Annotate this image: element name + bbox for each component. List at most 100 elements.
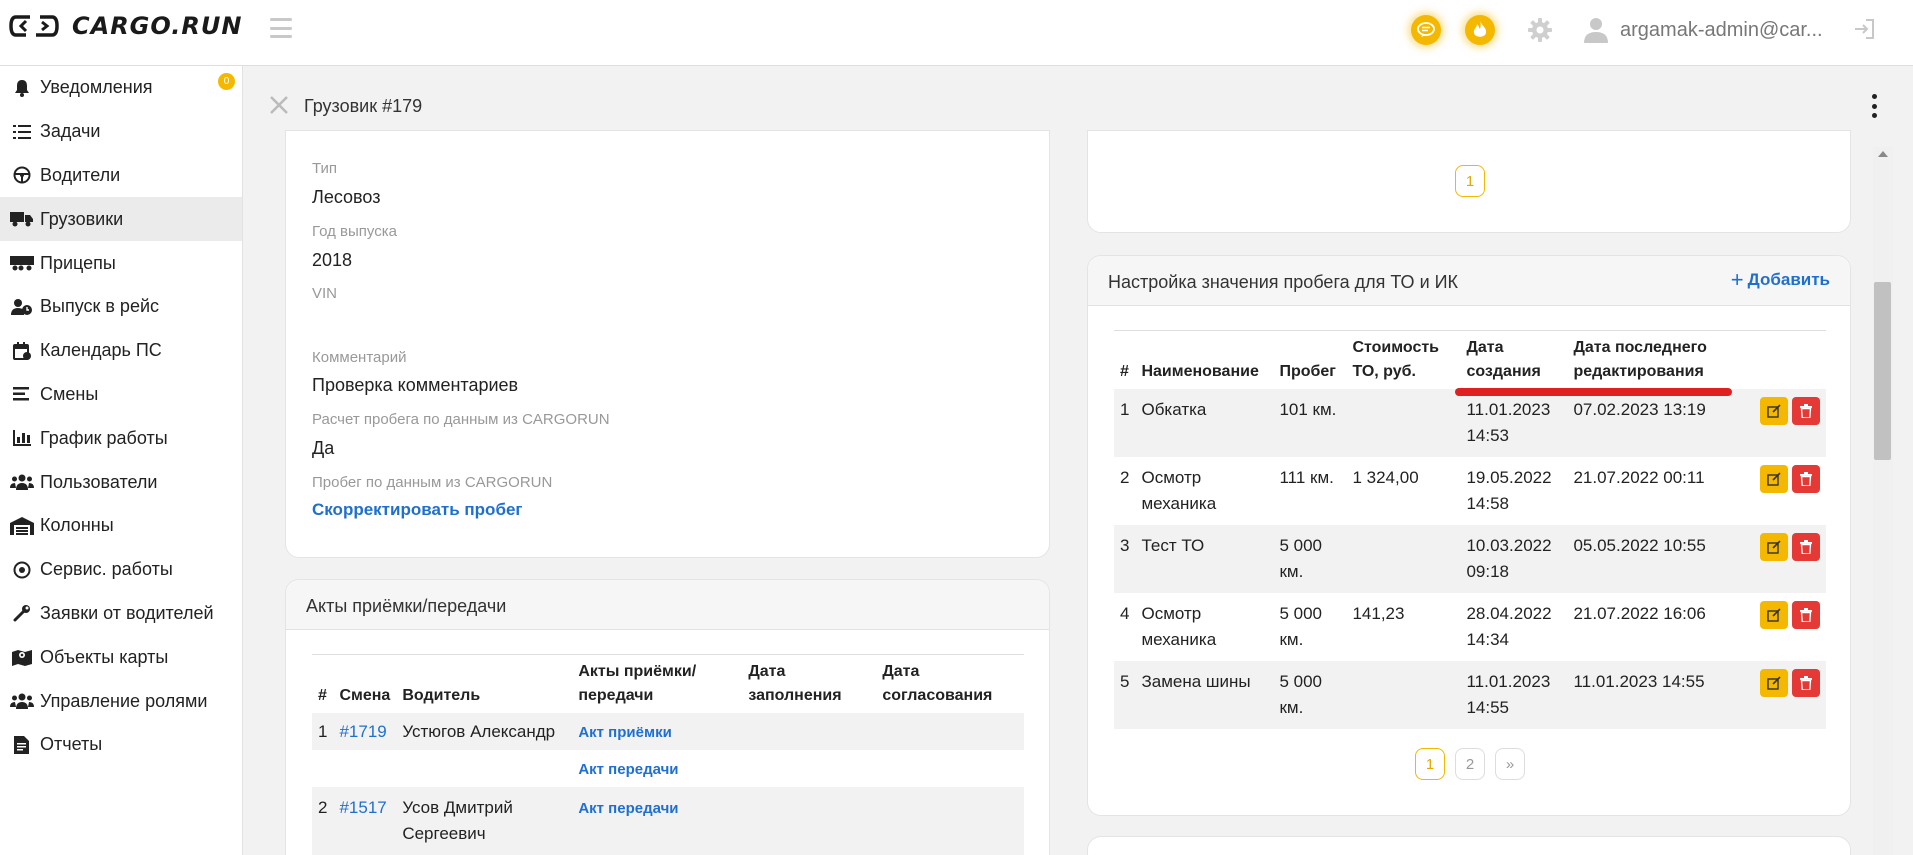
sidebar-item-users[interactable]: Пользователи [0,460,242,504]
sidebar-item-label: Прицепы [40,252,116,273]
next-page-button[interactable]: » [1495,748,1525,780]
sidebar-item-schedule[interactable]: График работы [0,416,242,460]
row-number: 4 [1120,604,1130,623]
row-number: 1 [1114,389,1136,457]
mileage-value: 5 000 км. [1279,604,1323,649]
edit-button[interactable] [1760,669,1788,697]
sidebar-item-trailers[interactable]: Прицепы [0,241,242,285]
row-number: 3 [1114,525,1136,593]
column-header: # [318,687,327,704]
warehouse-icon [10,516,34,536]
top-bar: CARGO.RUN argamak-admin@car... [0,0,1913,66]
mileage-settings-card: Настройка значения пробега для ТО и ИК +… [1087,255,1851,816]
user-avatar-icon[interactable] [1583,16,1609,44]
act-link[interactable]: Акт передачи [578,761,678,778]
column-header: Дата последнего редактирования [1573,339,1707,380]
driver-name: Усов Дмитрий Сергеевич [396,787,573,855]
sidebar-item-reports[interactable]: Отчеты [0,723,242,767]
gear-icon[interactable] [1527,17,1553,43]
logo[interactable]: CARGO.RUN [8,12,242,40]
service-name: Обкатка [1135,389,1274,457]
delete-button[interactable] [1792,533,1820,561]
page-button[interactable]: 1 [1455,165,1485,197]
sidebar-item-label: Заявки от водителей [40,602,214,623]
scrollbar-thumb[interactable] [1874,282,1891,460]
scrollbar[interactable] [1873,147,1893,855]
comment-label: Комментарий [312,349,407,366]
correct-mileage-link[interactable]: Скорректировать пробег [312,500,522,520]
act-link[interactable]: Акт приёмки [578,724,671,741]
edit-icon [1767,472,1781,486]
edit-button[interactable] [1760,397,1788,425]
report-icon [10,735,34,755]
shift-link[interactable]: #1517 [339,798,386,817]
sidebar-item-map-objects[interactable]: Объекты карты [0,635,242,679]
column-header: Стоимость ТО, руб. [1352,339,1440,380]
sidebar-item-service[interactable]: Сервис. работы [0,548,242,592]
type-label: Тип [312,160,338,177]
delete-button[interactable] [1792,397,1820,425]
table-row: 4 Осмотр механика 5 000 км. 141,23 28.04… [1114,593,1826,661]
page-title: Грузовик #179 [304,96,423,116]
year-value: 2018 [312,250,353,270]
shift-link[interactable]: #1719 [339,722,386,741]
edit-button[interactable] [1760,465,1788,493]
cost-value [1346,389,1461,457]
act-link[interactable]: Акт передачи [578,800,678,817]
sidebar-item-columns[interactable]: Колонны [0,504,242,548]
scroll-up-icon[interactable] [1878,151,1888,157]
created-date: 10.03.2022 09:18 [1460,525,1568,593]
trash-icon [1800,472,1812,486]
sidebar-item-roles[interactable]: Управление ролями [0,679,242,723]
page-button[interactable]: 1 [1415,748,1445,780]
fire-icon[interactable] [1465,15,1495,45]
close-icon[interactable] [268,94,290,116]
sidebar-item-label: Календарь ПС [40,340,162,361]
row-number: 1 [312,713,334,750]
sidebar-item-notifications[interactable]: Уведомления 0 [0,66,242,110]
edited-date: 21.07.2022 16:06 [1573,604,1706,623]
sidebar-item-label: Сервис. работы [40,559,173,580]
wrench-icon [10,603,34,623]
column-header: Смена [339,687,391,704]
sidebar-item-shifts[interactable]: Смены [0,373,242,417]
edit-icon [1767,404,1781,418]
table-row: 1 #1719 Устюгов Александр Акт приёмки [312,713,1024,750]
delete-button[interactable] [1792,669,1820,697]
sidebar-item-drivers[interactable]: Водители [0,154,242,198]
add-button-label: Добавить [1747,270,1830,289]
mileage-calc-value: Да [312,438,335,458]
add-button[interactable]: + Добавить [1731,269,1830,291]
column-header: Наименование [1141,363,1259,380]
menu-toggle-icon[interactable] [270,18,292,38]
edit-button[interactable] [1760,601,1788,629]
logout-icon[interactable] [1852,17,1876,41]
table-row: 3 Тест ТО 5 000 км. 10.03.2022 09:18 05.… [1114,525,1826,593]
trailer-icon [10,253,34,273]
acts-card-title: Акты приёмки/передачи [306,596,507,616]
column-header: Дата заполнения [748,663,842,704]
delete-button[interactable] [1792,465,1820,493]
sidebar-item-calendar[interactable]: Календарь ПС [0,329,242,373]
edited-date: 11.01.2023 14:55 [1567,661,1744,729]
row-number: 2 [312,787,334,855]
page-button[interactable]: 2 [1455,748,1485,780]
mileage-value: 5 000 км. [1273,661,1347,729]
user-email[interactable]: argamak-admin@car... [1620,19,1823,42]
sidebar-item-label: Пользователи [40,471,158,492]
edit-button[interactable] [1760,533,1788,561]
delete-button[interactable] [1792,601,1820,629]
more-options-icon[interactable] [1870,94,1878,118]
chat-icon[interactable] [1411,15,1441,45]
sidebar-item-driver-requests[interactable]: Заявки от водителей [0,592,242,636]
service-name: Тест ТО [1135,525,1274,593]
sidebar-item-trucks[interactable]: Грузовики [0,197,242,242]
column-header: Дата согласования [882,663,993,704]
sidebar-item-dispatch[interactable]: Выпуск в рейс [0,285,242,329]
sidebar-item-label: График работы [40,427,168,448]
sidebar-item-tasks[interactable]: Задачи [0,110,242,154]
table-row: 2 #1517 Усов Дмитрий Сергеевич Акт перед… [312,787,1024,855]
cost-value [1346,661,1461,729]
column-header: # [1120,363,1129,380]
sidebar-item-label: Смены [40,383,99,404]
